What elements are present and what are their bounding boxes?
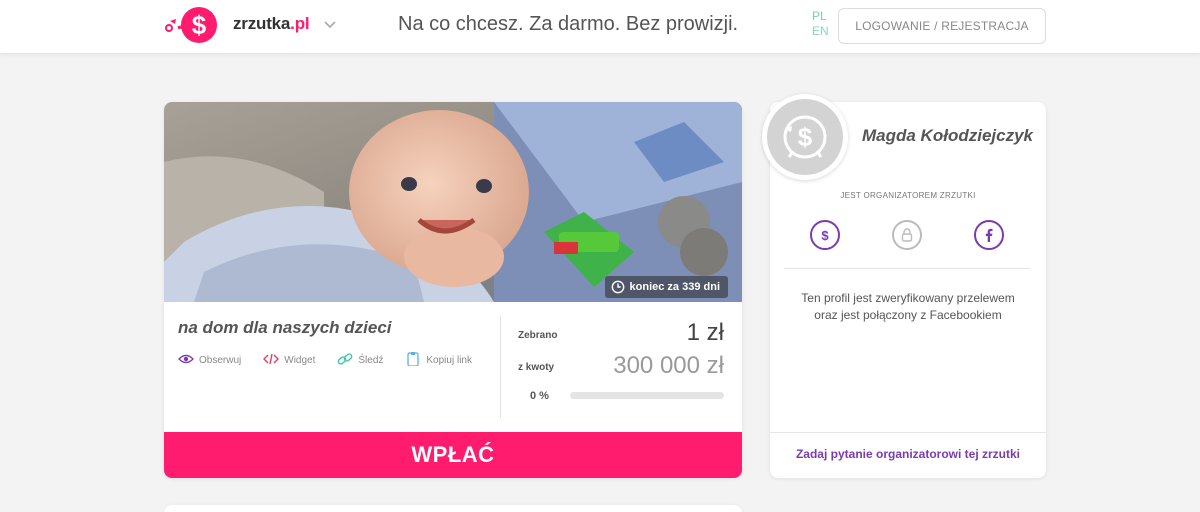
stats-divider	[500, 316, 501, 418]
language-switcher: PL EN	[812, 9, 829, 39]
campaign-actions: Obserwuj Widget Śledź Kopiuj link	[178, 352, 472, 366]
login-register-button[interactable]: LOGOWANIE / REJESTRACJA	[838, 8, 1046, 44]
facebook-icon	[985, 228, 993, 242]
svg-text:$: $	[192, 10, 207, 40]
widget-button[interactable]: Widget	[263, 352, 315, 366]
collected-label: Zebrano	[518, 330, 558, 341]
logo-text[interactable]: zrzutka.pl	[233, 14, 310, 34]
organizer-card: $ Magda Kołodziejczyk JEST ORGANIZATOREM…	[762, 94, 1046, 478]
eye-icon	[178, 354, 194, 364]
piggy-bank-avatar-icon: $	[783, 115, 827, 159]
piggy-bank-logo-icon[interactable]: $	[164, 6, 220, 44]
lang-pl[interactable]: PL	[812, 9, 829, 24]
organizer-role: JEST ORGANIZATOREM ZRZUTKI	[840, 191, 976, 200]
ask-organizer-link[interactable]: Zadaj pytanie organizatorowi tej zrzutki	[770, 447, 1046, 461]
lock-icon	[901, 228, 913, 242]
verification-description: Ten profil jest zweryfikowany przelewem …	[801, 291, 1015, 322]
lang-en[interactable]: EN	[812, 24, 829, 39]
avatar-image: $	[767, 99, 843, 175]
clipboard-icon	[407, 352, 420, 366]
follow-button[interactable]: Obserwuj	[178, 352, 241, 366]
dollar-verified-icon[interactable]: $	[810, 220, 840, 250]
campaign-photo[interactable]: koniec za 339 dni	[164, 102, 742, 302]
avatar[interactable]: $	[762, 94, 848, 180]
time-left-badge: koniec za 339 dni	[604, 276, 728, 298]
organizer-name[interactable]: Magda Kołodziejczyk	[862, 126, 1033, 146]
header-tagline: Na co chcesz. Za darmo. Bez prowizji.	[398, 13, 739, 35]
campaign-title: na dom dla naszych dzieci	[178, 318, 392, 337]
organizer-footer-divider	[770, 432, 1046, 433]
donate-button[interactable]: WPŁAĆ	[164, 432, 742, 478]
goal-label: z kwoty	[518, 362, 555, 373]
campaign-card: koniec za 339 dni na dom dla naszych dzi…	[164, 102, 742, 478]
chevron-down-icon[interactable]	[322, 16, 338, 32]
facebook-verified-icon[interactable]	[974, 220, 1004, 250]
progress-bar	[570, 392, 724, 399]
link-icon	[338, 353, 353, 365]
progress-percent: 0 %	[530, 390, 549, 402]
copy-link-button[interactable]: Kopiuj link	[405, 352, 472, 366]
time-left-text: koniec za 339 dni	[629, 281, 720, 293]
next-section-card	[164, 505, 742, 512]
verification-icons: $	[770, 220, 1046, 250]
goal-amount: 300 000 zł	[613, 352, 724, 379]
baby-photo-image	[164, 102, 742, 302]
track-button[interactable]: Śledź	[337, 352, 383, 366]
id-verification-icon[interactable]	[892, 220, 922, 250]
collected-amount: 1 zł	[686, 319, 724, 346]
dollar-icon: $	[821, 228, 829, 243]
code-icon	[263, 353, 280, 365]
organizer-divider	[784, 268, 1030, 269]
site-header: $ zrzutka.pl Na co chcesz. Za darmo. Bez…	[0, 0, 1200, 54]
svg-text:$: $	[798, 122, 813, 152]
svg-text:$: $	[821, 228, 829, 243]
clock-icon	[611, 280, 624, 294]
